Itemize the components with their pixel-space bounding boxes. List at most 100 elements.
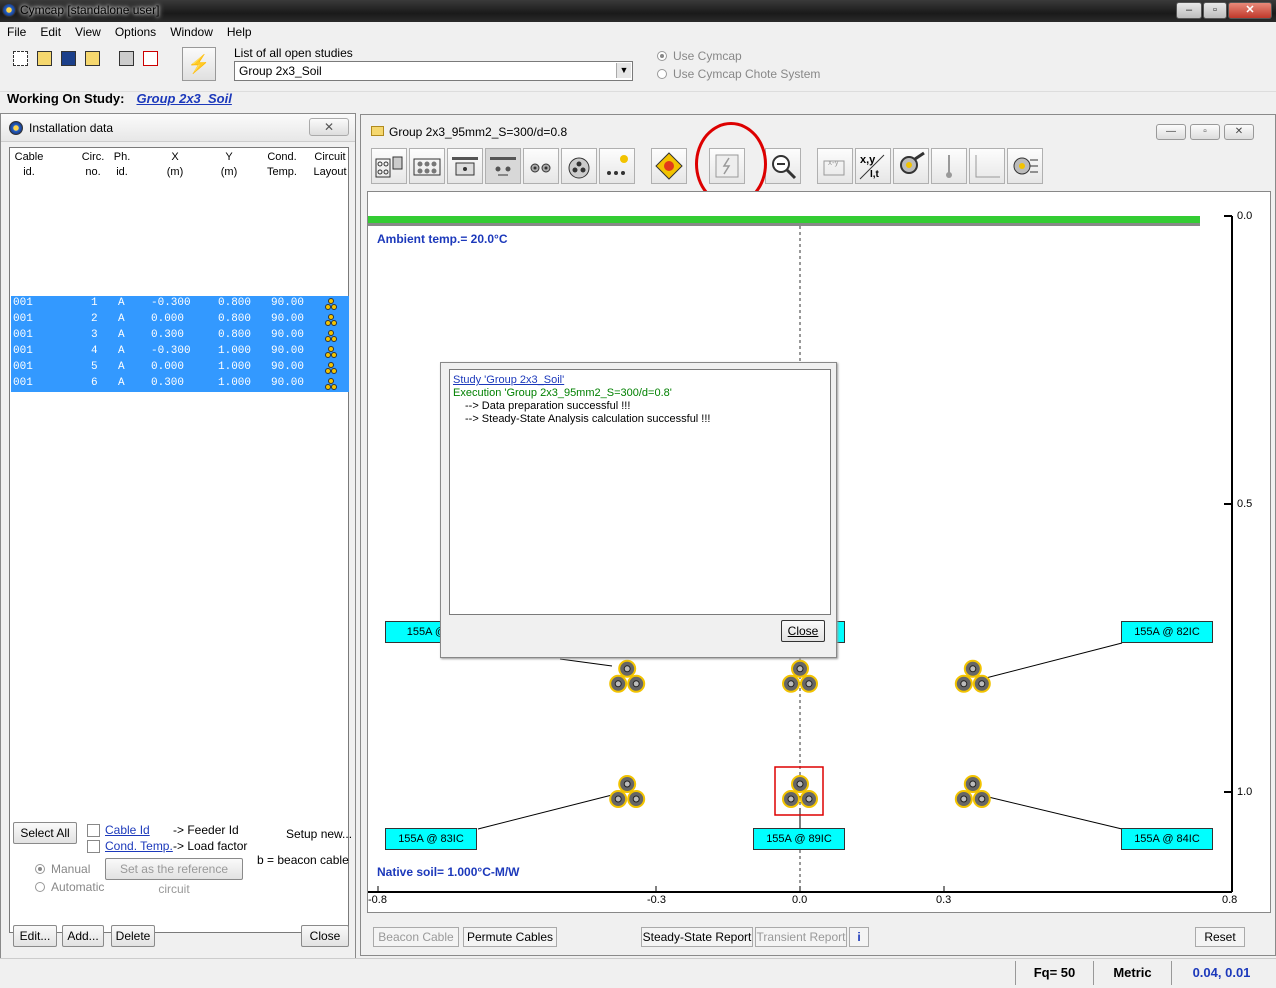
pipe-type-icon[interactable] xyxy=(561,148,597,184)
use-chote-radio[interactable]: Use Cymcap Chote System xyxy=(657,67,820,81)
installation-table: Cable id. Circ. no. Ph. id. X (m) Y (m) Cond.… xyxy=(9,147,349,933)
delete-button[interactable]: Delete xyxy=(111,925,155,947)
cell-cable: 001 xyxy=(13,329,33,341)
circuit-label-6[interactable]: 155A @ 84IC xyxy=(1121,828,1213,850)
feeder-id-label: -> Feeder Id xyxy=(173,823,239,837)
leader-line xyxy=(979,794,1123,830)
table-row[interactable]: 001 6 A 0.300 1.000 90.00 xyxy=(11,376,349,392)
steady-state-report-tab[interactable]: Steady-State Report xyxy=(641,927,753,947)
edit-button[interactable]: Edit... xyxy=(13,925,57,947)
menu-options[interactable]: Options xyxy=(108,22,163,39)
cell-cable: 001 xyxy=(13,377,33,389)
cond-temp-checkbox[interactable] xyxy=(87,840,100,853)
folder-icon xyxy=(371,126,384,136)
cell-ph: A xyxy=(118,313,125,325)
table-row[interactable]: 001 2 A 0.000 0.800 90.00 xyxy=(11,312,349,328)
menu-file[interactable]: File xyxy=(0,22,33,39)
new-file-icon[interactable] xyxy=(9,47,31,69)
ambient-temp: Ambient temp.= 20.0°C xyxy=(377,232,508,246)
close-icon[interactable]: ✕ xyxy=(309,118,349,136)
inspect-icon[interactable] xyxy=(893,148,929,184)
trefoil-layout-icon[interactable] xyxy=(325,362,337,374)
circuit-label-3[interactable]: 155A @ 82IC xyxy=(1121,621,1213,643)
table-row[interactable]: 001 1 A -0.300 0.800 90.00 xyxy=(11,296,349,312)
beacon-cable-tab[interactable]: Beacon Cable xyxy=(373,927,459,947)
save-all-icon[interactable] xyxy=(81,47,103,69)
print-report-icon[interactable] xyxy=(139,47,161,69)
menu-edit[interactable]: Edit xyxy=(33,22,68,39)
trefoil-layout-icon[interactable] xyxy=(325,330,337,342)
table-row[interactable]: 001 3 A 0.300 0.800 90.00 xyxy=(11,328,349,344)
cell-y: 1.000 xyxy=(218,377,252,389)
select-all-button[interactable]: Select All xyxy=(13,822,77,844)
drawing-maximize-button[interactable]: ▫ xyxy=(1190,124,1220,140)
dialog-close-button[interactable]: Close xyxy=(781,620,825,642)
beacon-note: b = beacon cable xyxy=(257,853,349,867)
cell-circ: 3 xyxy=(91,329,98,341)
cable-core xyxy=(787,795,795,803)
xy-shift-icon[interactable]: x-y xyxy=(817,148,853,184)
open-folder-icon[interactable] xyxy=(33,47,55,69)
manual-radio[interactable]: Manual xyxy=(35,862,90,876)
zoom-icon[interactable] xyxy=(765,148,801,184)
cable-core xyxy=(787,680,795,688)
trefoil-layout-icon[interactable] xyxy=(325,346,337,358)
y-tick-label: 0.0 xyxy=(1237,210,1253,222)
cell-circ: 1 xyxy=(91,297,98,309)
trefoil-layout-icon[interactable] xyxy=(325,298,337,310)
heat-source-icon[interactable] xyxy=(651,148,687,184)
circuit-label-5[interactable]: 155A @ 89IC xyxy=(753,828,845,850)
studies-dropdown[interactable]: Group 2x3_Soil ▼ xyxy=(234,61,633,81)
axes-icon[interactable] xyxy=(969,148,1005,184)
cable-core xyxy=(623,780,631,788)
x-tick-label: 0.3 xyxy=(936,894,952,906)
trefoil-icon[interactable] xyxy=(523,148,559,184)
circuit-label-4[interactable]: 155A @ 83IC xyxy=(385,828,477,850)
transient-report-tab[interactable]: Transient Report xyxy=(755,927,847,947)
setup-new-button[interactable]: Setup new... xyxy=(286,827,352,841)
study-link[interactable]: Group 2x3_Soil xyxy=(136,91,231,106)
close-panel-button[interactable]: Close xyxy=(301,925,349,947)
direct-buried-icon[interactable] xyxy=(485,148,521,184)
drawing-header: Group 2x3_95mm2_S=300/d=0.8 — ▫ ✕ xyxy=(361,115,1275,147)
native-soil: Native soil= 1.000°C-M/W xyxy=(377,865,520,879)
table-row[interactable]: 001 5 A 0.000 1.000 90.00 xyxy=(11,360,349,376)
x-tick-label: -0.8 xyxy=(368,894,387,906)
permute-cables-tab[interactable]: Permute Cables xyxy=(463,927,557,947)
cable-id-link[interactable]: Cable Id xyxy=(105,823,150,837)
cell-x: 0.300 xyxy=(151,377,185,389)
menu-help[interactable]: Help xyxy=(220,22,259,39)
trefoil-layout-icon[interactable] xyxy=(325,378,337,390)
drawing-minimize-button[interactable]: — xyxy=(1156,124,1186,140)
cable-detail-icon[interactable] xyxy=(1007,148,1043,184)
menu-view[interactable]: View xyxy=(68,22,108,39)
drawing-close-button[interactable]: ✕ xyxy=(1224,124,1254,140)
print-icon[interactable] xyxy=(115,47,137,69)
thermometer-icon[interactable] xyxy=(931,148,967,184)
minimize-button[interactable]: – xyxy=(1176,2,1202,19)
cable-library-icon[interactable] xyxy=(371,148,407,184)
menu-window[interactable]: Window xyxy=(163,22,220,39)
maximize-button[interactable]: ▫ xyxy=(1203,2,1227,19)
cable-id-checkbox[interactable] xyxy=(87,824,100,837)
xy-load-icon[interactable]: x,y I,t xyxy=(855,148,891,184)
table-row[interactable]: 001 4 A -0.300 1.000 90.00 xyxy=(11,344,349,360)
reset-tab[interactable]: Reset xyxy=(1195,927,1245,947)
backfill-icon[interactable] xyxy=(447,148,483,184)
automatic-radio[interactable]: Automatic xyxy=(35,880,104,894)
cond-temp-link[interactable]: Cond. Temp. xyxy=(105,839,173,853)
trefoil-layout-icon[interactable] xyxy=(325,314,337,326)
status-bar: Fq= 50 Metric 0.04, 0.01 xyxy=(0,958,1276,988)
info-icon[interactable]: i xyxy=(849,927,869,947)
close-window-button[interactable]: ✕ xyxy=(1228,2,1272,19)
set-reference-button[interactable]: Set as the reference circuit xyxy=(105,858,243,896)
save-icon[interactable] xyxy=(57,47,79,69)
chevron-down-icon[interactable]: ▼ xyxy=(616,63,631,78)
run-analysis-icon[interactable]: ⚡ xyxy=(182,47,216,81)
log-study: Study 'Group 2x3_Soil' xyxy=(453,374,565,386)
use-cymcap-radio[interactable]: Use Cymcap xyxy=(657,49,742,63)
add-button[interactable]: Add... xyxy=(62,925,104,947)
duct-bank-icon[interactable] xyxy=(409,148,445,184)
cable-core xyxy=(614,795,622,803)
sun-heat-icon[interactable] xyxy=(599,148,635,184)
